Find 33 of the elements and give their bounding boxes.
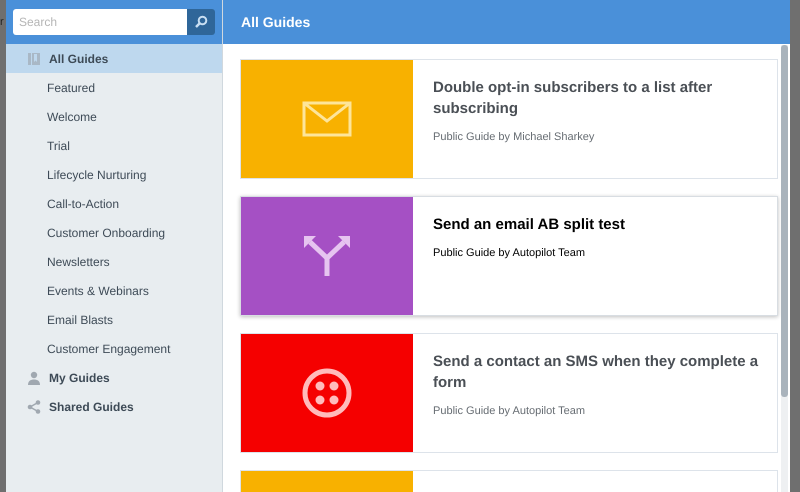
envelope-icon <box>302 101 352 137</box>
split-arrows-icon <box>304 236 350 276</box>
backdrop-text: r <box>0 15 5 30</box>
four-dots-circle-icon <box>302 368 352 418</box>
sidebar-item[interactable]: All Guides <box>6 44 222 73</box>
sidebar-item[interactable]: Welcome <box>6 102 222 131</box>
guide-title: Send an email AB split test <box>433 215 625 235</box>
page-title: All Guides <box>241 12 310 32</box>
search-icon <box>194 15 208 29</box>
sidebar-item[interactable]: Events & Webinars <box>6 276 222 305</box>
guide-byline: Public Guide by Autopilot Team <box>433 246 586 261</box>
search-field[interactable]: Search <box>13 9 187 35</box>
sidebar-item[interactable]: Newsletters <box>6 247 222 276</box>
guide-card[interactable]: Send a contact an SMS when they complete a form Public Guide by Autopilot Team <box>240 333 778 453</box>
guide-byline: Public Guide by Michael Sharkey <box>433 130 596 145</box>
guide-card[interactable]: Double opt-in subscribers to a list after subscribing Public Guide by Michael Sharkey <box>240 59 778 179</box>
sidebar-item[interactable]: Trial <box>6 131 222 160</box>
person-icon <box>27 370 41 384</box>
book-icon <box>27 52 41 66</box>
guide-byline: Public Guide by Autopilot Team <box>433 404 586 419</box>
sidebar-item[interactable]: Lifecycle Nurturing <box>6 160 222 189</box>
search-button[interactable] <box>187 9 215 35</box>
guide-title: Send a contact an SMS when they complete a form <box>433 352 760 393</box>
guide-card[interactable]: Send an email AB split test Public Guide by Autopilot Team <box>240 196 778 316</box>
sidebar-item[interactable]: Customer Engagement <box>6 334 222 363</box>
sidebar-item[interactable]: Shared Guides <box>6 392 222 421</box>
sidebar-item[interactable]: Email Blasts <box>6 305 222 334</box>
sidebar-item[interactable]: Customer Onboarding <box>6 218 222 247</box>
sidebar-item[interactable]: My Guides <box>6 363 222 392</box>
guide-title: Double opt-in subscribers to a list after subscribing <box>433 78 714 119</box>
share-icon <box>27 400 41 414</box>
sidebar-item[interactable]: Call-to-Action <box>6 189 222 218</box>
sidebar-item[interactable]: Featured <box>6 73 222 102</box>
